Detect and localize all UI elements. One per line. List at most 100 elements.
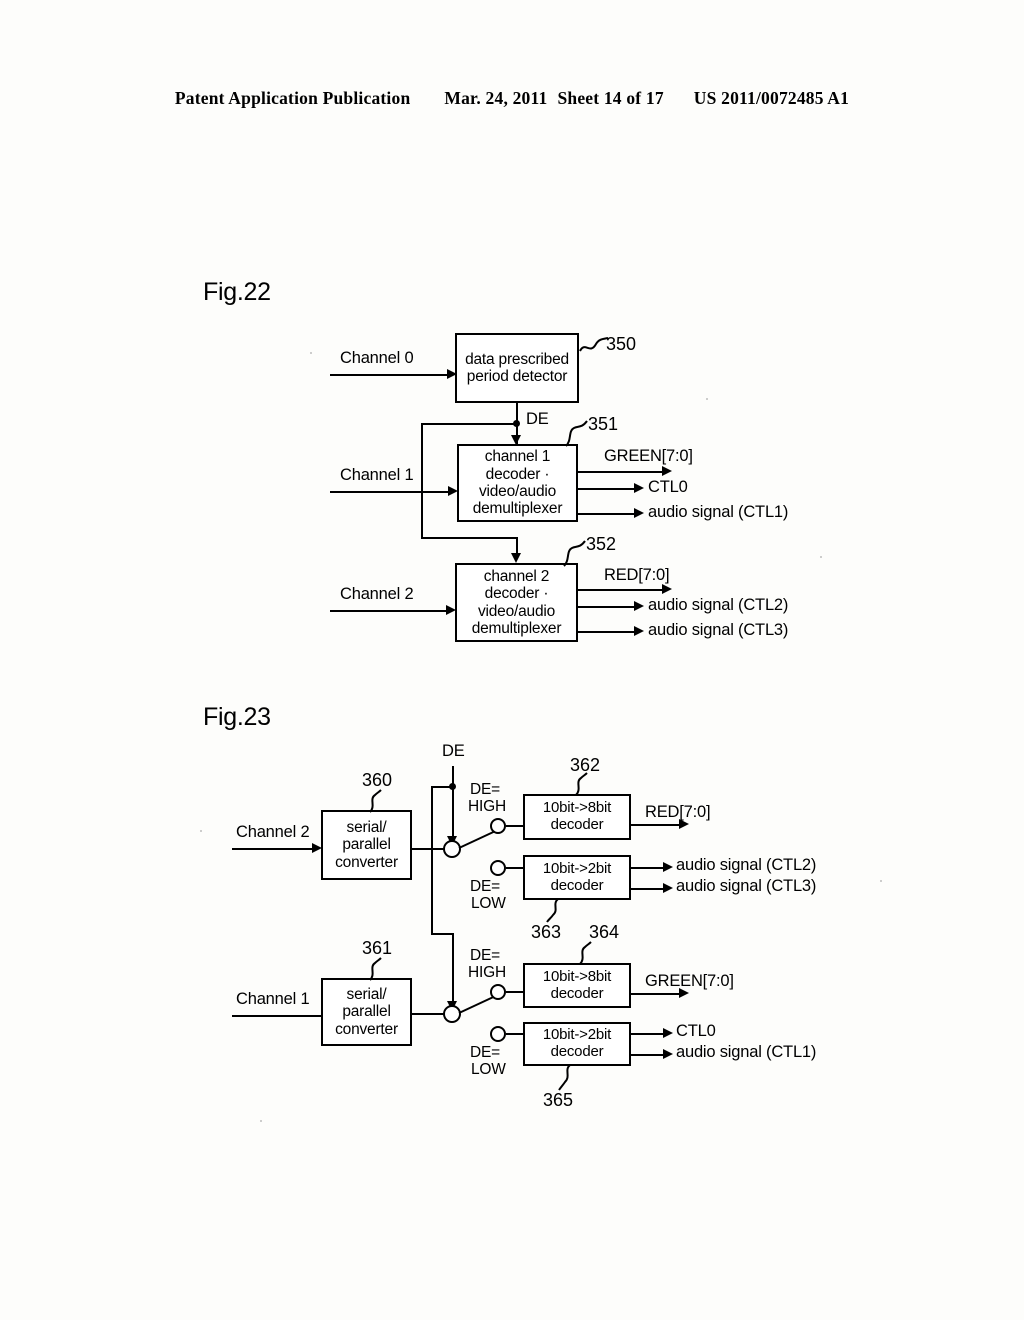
fig23-ref-364: 364 (589, 922, 620, 942)
fig23-decoder-10bit-8bit-green: 10bit->8bit decoder (523, 963, 631, 1008)
block-line: demultiplexer (471, 619, 562, 637)
header-publication-text: Patent Application Publication (174, 88, 411, 108)
fig23-audio2-label: audio signal (CTL2) (676, 856, 817, 874)
patent-drawing-sheet: Patent Application Publication Mar. 24, 2… (0, 0, 1024, 1320)
fig23-red-label: RED[7:0] (645, 803, 711, 821)
fig23-decoder-10bit-2bit-audio23: 10bit->2bit decoder (523, 855, 631, 900)
fig23-ref-361: 361 (362, 938, 393, 958)
fig23-de-branch-top (431, 786, 453, 788)
fig22-channel-0-label: Channel 0 (340, 349, 414, 367)
fig23-de-branch-vertical (431, 786, 433, 934)
fig23-switch-label-high-lower-2: HIGH (468, 964, 506, 981)
figure-23-label: Fig.23 (203, 703, 271, 731)
fig23-red-line (631, 824, 683, 826)
block-line: 10bit->8bit (542, 967, 612, 985)
fig23-switch-upper-contact-high (490, 818, 506, 834)
scan-speck (880, 880, 882, 882)
fig23-switch-lower-low-line (506, 1033, 523, 1035)
fig23-audio1-line (631, 1054, 667, 1056)
fig22-de-branch-vertical (421, 423, 423, 538)
fig23-switch-lower-high-line (506, 991, 523, 993)
page-header: Patent Application Publication Mar. 24, 2… (0, 88, 1024, 109)
fig22-ctl0-line (578, 488, 638, 490)
fig22-audio2-line (578, 606, 638, 608)
fig22-ref-351: 351 (588, 414, 619, 434)
block-line: demultiplexer (472, 500, 563, 518)
fig23-switch-lower-pivot (443, 1005, 461, 1023)
fig23-ctl0-line (631, 1033, 667, 1035)
block-line: converter (335, 853, 398, 871)
fig22-ref-350: 350 (606, 334, 637, 354)
fig23-channel-2-label: Channel 2 (236, 823, 310, 841)
fig23-switch-lower-contact-low (490, 1026, 506, 1042)
fig22-red-line (578, 589, 666, 591)
fig22-audio2-arrowhead (634, 601, 644, 611)
fig23-switch-upper-high-line (506, 825, 523, 827)
fig22-channel-1-line (330, 491, 452, 493)
fig23-decoder-10bit-2bit-ctl01: 10bit->2bit decoder (523, 1022, 631, 1066)
scan-speck (820, 556, 822, 558)
fig23-ref-365-leader (558, 1064, 571, 1091)
fig23-switch-label-high-upper-1: DE= (470, 781, 500, 798)
fig23-switch-lower-blade (458, 995, 496, 1014)
fig22-ref-352: 352 (586, 534, 617, 554)
fig22-channel-2-line (330, 610, 450, 612)
fig23-ref-361-leader (369, 957, 382, 981)
fig22-channel-2-arrowhead (446, 605, 456, 615)
fig23-ref-360-leader (369, 789, 382, 813)
scan-speck (310, 352, 312, 354)
fig23-ref-360: 360 (362, 770, 393, 790)
fig22-ctl0-label: CTL0 (648, 478, 688, 496)
scan-speck (200, 830, 202, 832)
fig23-de-label: DE (442, 742, 465, 760)
scan-speck (260, 1120, 262, 1122)
figure-22-label: Fig.22 (203, 278, 271, 306)
fig23-channel-2-line (232, 848, 316, 850)
fig22-ctl0-arrowhead (634, 483, 644, 493)
fig22-audio1-label: audio signal (CTL1) (648, 503, 789, 521)
fig23-audio3-arrowhead (663, 883, 673, 893)
fig22-de-label: DE (526, 410, 549, 428)
fig23-audio2-arrowhead (663, 862, 673, 872)
block-line: 10bit->2bit (542, 1026, 612, 1044)
block-line: converter (335, 1020, 398, 1038)
fig23-switch-label-low-lower-2: LOW (471, 1061, 506, 1078)
header-document-number: US 2011/0072485 A1 (693, 88, 850, 108)
fig23-audio1-label: audio signal (CTL1) (676, 1043, 817, 1061)
fig23-switch-upper-blade (458, 830, 496, 849)
fig23-ctl0-label: CTL0 (676, 1022, 716, 1040)
block-line: serial/ (346, 985, 387, 1003)
block-line: 10bit->8bit (542, 799, 612, 817)
fig23-audio1-arrowhead (663, 1049, 673, 1059)
fig23-serial-parallel-converter-ch1: serial/ parallel converter (321, 978, 412, 1046)
fig23-audio3-label: audio signal (CTL3) (676, 877, 817, 895)
fig23-switch-upper-contact-low (490, 860, 506, 876)
fig23-switch-label-low-upper-2: LOW (471, 895, 506, 912)
block-line: decoder (550, 1043, 604, 1060)
fig22-audio3-line (578, 631, 638, 633)
fig22-green-line (578, 471, 666, 473)
fig23-ctl0-arrowhead (663, 1028, 673, 1038)
fig22-red-label: RED[7:0] (604, 566, 670, 584)
fig23-channel-1-line (232, 1015, 322, 1017)
fig22-channel-2-label: Channel 2 (340, 585, 414, 603)
block-line: decoder · (485, 465, 550, 483)
block-line: parallel (342, 836, 391, 854)
block-line: 10bit->2bit (542, 859, 612, 877)
fig22-audio3-arrowhead (634, 626, 644, 636)
fig23-switch-upper-pivot (443, 840, 461, 858)
fig23-switch-label-high-lower-1: DE= (470, 947, 500, 964)
fig22-de-arrowhead-352 (511, 553, 521, 563)
header-sheet: Sheet 14 of 17 (557, 88, 664, 108)
block-line: channel 1 (484, 448, 551, 466)
fig23-switch-lower-contact-high (490, 984, 506, 1000)
fig23-ref-365: 365 (543, 1090, 574, 1110)
fig22-audio3-label: audio signal (CTL3) (648, 621, 789, 639)
scan-speck (706, 398, 708, 400)
block-line: video/audio (478, 483, 557, 500)
fig22-channel-2-decoder-demultiplexer: channel 2 decoder · video/audio demultip… (455, 563, 578, 642)
fig23-de-branch-bottom (431, 933, 453, 935)
fig22-channel-1-arrowhead (448, 486, 458, 496)
block-line: period detector (466, 368, 568, 385)
fig23-audio2-line (631, 867, 667, 869)
